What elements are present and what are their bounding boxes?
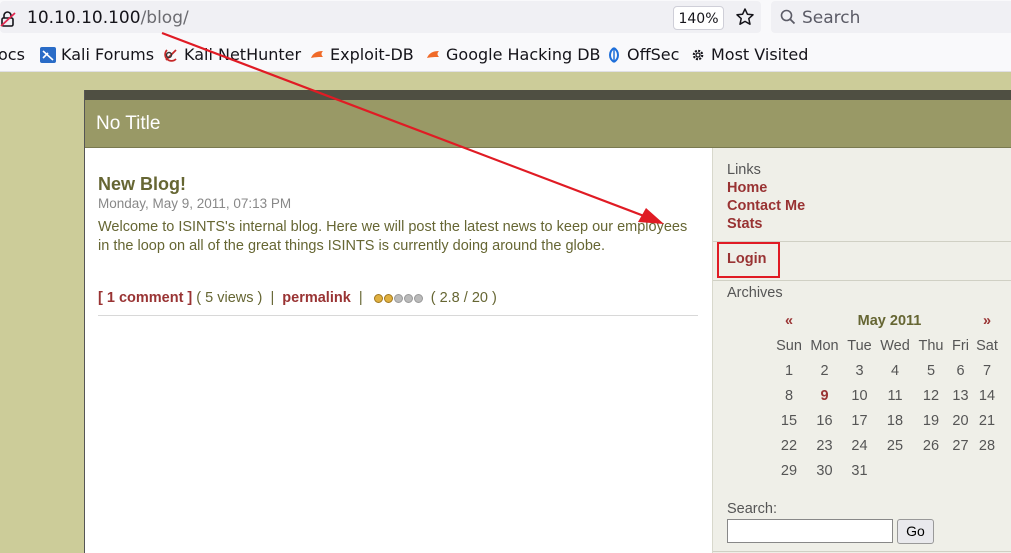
site-top-bar: [85, 90, 1011, 100]
site-title: No Title: [96, 113, 161, 134]
views-count: ( 5 views ): [196, 290, 263, 306]
calendar-day: 24: [851, 437, 868, 454]
browser-toolbar: 10.10.10.100/blog/ 140% Search: [0, 0, 1011, 36]
calendar-day: 3: [855, 362, 864, 379]
calendar-dow-mon: Mon: [810, 337, 839, 354]
calendar-day: 18: [886, 412, 904, 429]
search-icon: [780, 9, 796, 25]
calendar-day: 11: [887, 387, 903, 404]
offsec-icon: [608, 47, 620, 63]
calendar-empty-cell: [877, 458, 913, 483]
url-host: 10.10.10.100: [27, 8, 141, 28]
calendar-dow-wed: Wed: [880, 337, 910, 354]
calendar-dow-thu: Thu: [918, 337, 944, 354]
calendar-day: 14: [978, 387, 996, 404]
calendar-day: 16: [816, 412, 833, 429]
url-path: /blog/: [140, 8, 189, 28]
calendar-day: 21: [978, 412, 996, 429]
calendar-day: 25: [886, 437, 904, 454]
calendar-day[interactable]: 9: [807, 383, 842, 408]
zoom-level-button[interactable]: 140%: [673, 6, 724, 30]
calendar-day: 22: [780, 437, 798, 454]
post-meta: [ 1 comment ] ( 5 views ) | permalink | …: [98, 290, 497, 307]
calendar-dow-fri: Fri: [952, 337, 969, 354]
calendar-empty-cell: [913, 458, 949, 483]
calendar-day: 4: [890, 362, 900, 379]
meta-separator: |: [270, 290, 275, 306]
comments-link[interactable]: [ 1 comment ]: [98, 290, 192, 306]
blog-search-input[interactable]: [727, 519, 893, 543]
meta-separator: |: [358, 290, 363, 306]
calendar-day: 23: [816, 437, 833, 454]
rating-star-icon[interactable]: [393, 294, 403, 303]
calendar-day: 20: [952, 412, 969, 429]
calendar-dow-sat: Sat: [976, 337, 998, 354]
calendar-day: 13: [952, 387, 969, 404]
calendar-day: 1: [784, 362, 794, 379]
post-body: Welcome to ISINTS's internal blog. Here …: [98, 219, 688, 254]
calendar-day: 31: [851, 462, 868, 479]
sidebar-link-stats[interactable]: Stats: [727, 216, 762, 232]
rating-star-icon[interactable]: [413, 294, 423, 303]
main-content: New Blog! Monday, May 9, 2011, 07:13 PM …: [85, 148, 712, 553]
search-label: Search:: [727, 501, 777, 517]
calendar-day: 10: [851, 387, 868, 404]
permalink-link[interactable]: permalink: [282, 290, 351, 306]
calendar-day: 8: [784, 387, 794, 404]
calendar-day: 12: [922, 387, 940, 404]
post-date: Monday, May 9, 2011, 07:13 PM: [98, 196, 292, 211]
calendar-dow-tue: Tue: [847, 337, 872, 354]
nethunter-icon: [164, 49, 177, 62]
site-header: No Title: [85, 100, 1011, 148]
search-placeholder: Search: [802, 8, 861, 28]
links-heading: Links: [727, 162, 761, 178]
address-bar[interactable]: 10.10.10.100/blog/ 140%: [0, 1, 761, 33]
archive-calendar: « May 2011 » Sun Mon Tue Wed Thu Fri Sat 12345…: [771, 308, 1002, 483]
post-title[interactable]: New Blog!: [98, 174, 186, 195]
post-divider: [98, 315, 698, 316]
calendar-day: 29: [780, 462, 798, 479]
calendar-dow-sun: Sun: [776, 337, 802, 354]
gear-icon: [692, 49, 704, 61]
exploit-db-icon: [311, 51, 323, 58]
calendar-day: 7: [982, 362, 992, 379]
calendar-day: 30: [816, 462, 833, 479]
calendar-month-title: May 2011: [857, 312, 922, 329]
calendar-day: 17: [851, 412, 868, 429]
calendar-day: 19: [922, 412, 940, 429]
calendar-day: 5: [926, 362, 936, 379]
search-go-button[interactable]: Go: [897, 519, 934, 544]
calendar-day: 28: [978, 437, 996, 454]
sidebar-divider: [713, 280, 1011, 281]
browser-search-box[interactable]: Search: [771, 1, 1011, 33]
sidebar-link-home[interactable]: Home: [727, 180, 767, 196]
calendar-next-button[interactable]: »: [972, 308, 1002, 333]
rating-star-icon[interactable]: [383, 294, 393, 303]
calendar-day: 27: [952, 437, 969, 454]
archives-heading: Archives: [727, 285, 783, 301]
login-link[interactable]: Login: [727, 251, 766, 267]
calendar-day: 26: [922, 437, 940, 454]
rating-star-icon[interactable]: [373, 294, 383, 303]
rating-star-icon[interactable]: [403, 294, 413, 303]
calendar-day: 2: [820, 362, 829, 379]
calendar-day: 6: [956, 362, 965, 379]
sidebar-divider: [713, 551, 1011, 552]
bookmarks-toolbar: ocs Kali Forums Kali NetHunter Exploit-D…: [0, 36, 1011, 72]
rating-stars[interactable]: [373, 291, 424, 307]
calendar-day: 15: [780, 412, 798, 429]
lock-insecure-icon: [0, 11, 16, 27]
kali-dragon-icon: [40, 47, 56, 63]
bookmark-star-icon[interactable]: [735, 7, 755, 27]
sidebar: Links Home Contact Me Stats Login Archiv…: [712, 148, 1011, 553]
ghdb-icon: [427, 51, 439, 58]
sidebar-link-contact[interactable]: Contact Me: [727, 198, 805, 214]
calendar-empty-cell: [972, 458, 1002, 483]
rating-text: ( 2.8 / 20 ): [430, 290, 497, 306]
calendar-prev-button[interactable]: «: [771, 308, 807, 333]
url-text[interactable]: 10.10.10.100/blog/: [27, 8, 189, 28]
calendar-empty-cell: [949, 458, 972, 483]
